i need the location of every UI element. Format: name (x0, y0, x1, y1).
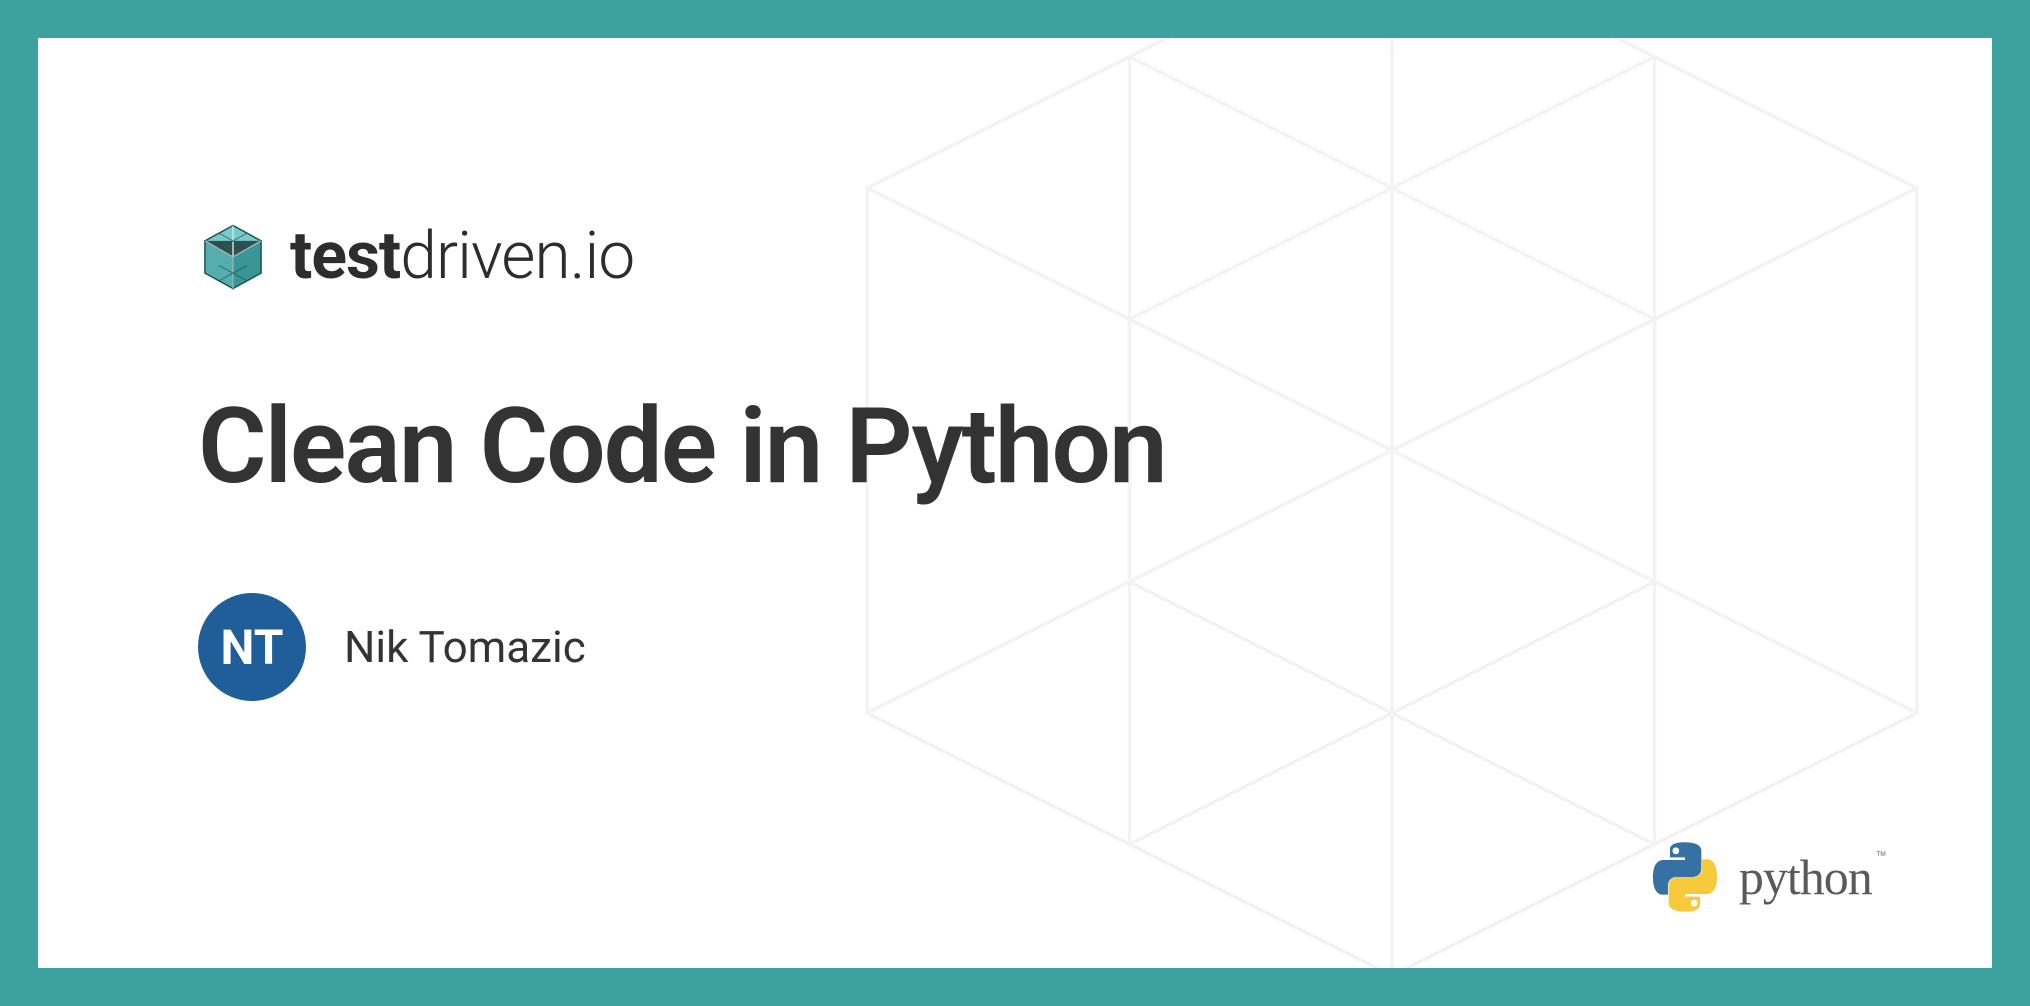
brand-text: testdriven.io (290, 218, 634, 295)
brand-bold-part: test (290, 218, 400, 295)
author-block: NT Nik Tomazic (198, 593, 1842, 701)
card: testdriven.io Clean Code in Python NT Ni… (38, 38, 1992, 968)
author-avatar: NT (198, 593, 306, 701)
content-area: testdriven.io Clean Code in Python NT Ni… (38, 38, 1992, 701)
author-name: Nik Tomazic (344, 621, 586, 673)
python-label: python (1739, 849, 1872, 905)
python-label-wrap: python™ (1739, 848, 1887, 906)
brand-logo: testdriven.io (198, 218, 1842, 295)
brand-light-part: driven.io (400, 218, 634, 295)
outer-frame: testdriven.io Clean Code in Python NT Ni… (0, 0, 2030, 1006)
cube-icon (198, 222, 268, 292)
python-badge: python™ (1649, 841, 1887, 913)
python-icon (1649, 841, 1721, 913)
trademark-symbol: ™ (1876, 848, 1887, 869)
page-title: Clean Code in Python (198, 385, 1842, 508)
